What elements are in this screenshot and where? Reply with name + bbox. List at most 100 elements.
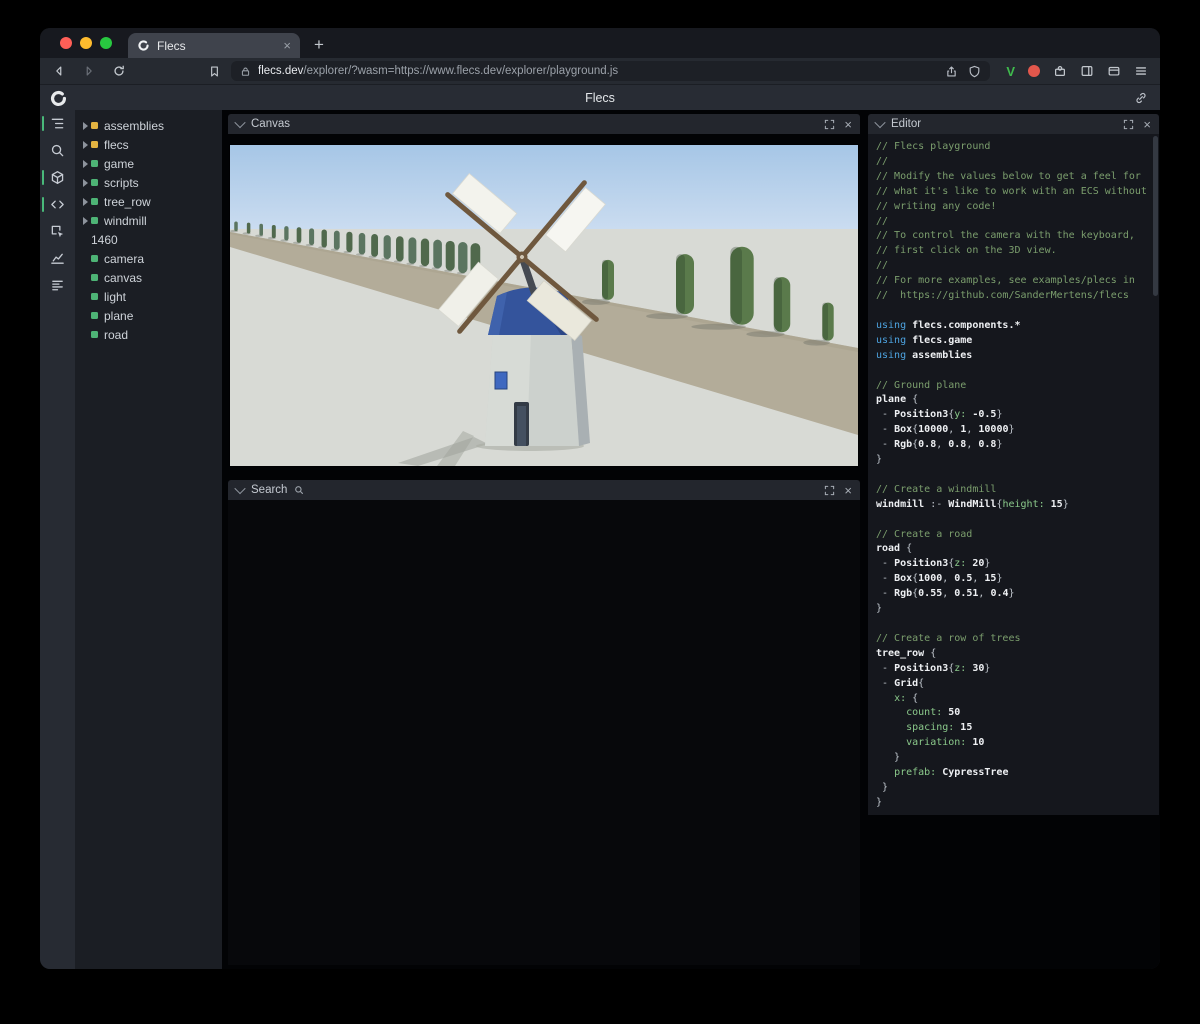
- tab-strip: Flecs × +: [40, 28, 1160, 58]
- expand-arrow-icon[interactable]: [80, 197, 91, 206]
- code-line: // For more examples, see examples/plecs…: [876, 275, 1135, 287]
- expand-arrow-icon[interactable]: [80, 121, 91, 130]
- code-line: }: [876, 752, 901, 764]
- code-line: - Grid{: [876, 677, 925, 689]
- code-line: // Create a windmill: [876, 483, 997, 495]
- page-title: Flecs: [585, 91, 615, 105]
- scene-sky: [230, 145, 858, 229]
- search-rail-button[interactable]: [40, 137, 75, 164]
- traffic-light-close[interactable]: [60, 37, 72, 49]
- code-line: // https://github.com/SanderMertens/flec…: [876, 290, 1129, 302]
- module-color-square: [91, 122, 98, 129]
- tree-item-label: road: [104, 327, 129, 342]
- app-body: assemblies flecs game scripts tree_rowwindmi…: [40, 110, 1160, 969]
- tree-item-tree_row[interactable]: tree_row: [75, 192, 222, 211]
- editor-scrollbar[interactable]: [1153, 136, 1158, 813]
- code-line: count: 50: [906, 707, 961, 719]
- tree-item-windmill[interactable]: windmill: [75, 211, 222, 230]
- tree-item-scripts[interactable]: scripts: [75, 173, 222, 192]
- expand-arrow-icon[interactable]: [80, 159, 91, 168]
- search-results-area[interactable]: [228, 500, 860, 965]
- wallet-icon[interactable]: [1107, 64, 1121, 78]
- canvas-3d-viewport[interactable]: [229, 144, 859, 467]
- new-tab-button[interactable]: +: [314, 36, 324, 53]
- canvas-expand-button[interactable]: [824, 119, 835, 130]
- tree-item-assemblies[interactable]: assemblies: [75, 116, 222, 135]
- tree-item-game[interactable]: game: [75, 154, 222, 173]
- editor-close-button[interactable]: ×: [1143, 118, 1151, 131]
- chevron-down-icon: [234, 482, 246, 495]
- code-line: }: [876, 796, 883, 808]
- left-icon-rail: [40, 110, 75, 969]
- code-line: tree_row {: [876, 647, 937, 659]
- tree-item-label: tree_row: [104, 194, 151, 209]
- scrollbar-thumb[interactable]: [1153, 136, 1158, 296]
- menu-icon[interactable]: [1134, 64, 1148, 78]
- permalink-icon[interactable]: [1134, 91, 1148, 105]
- tree-item-light[interactable]: light: [75, 287, 222, 306]
- browser-tab[interactable]: Flecs ×: [128, 33, 300, 58]
- canvas-close-button[interactable]: ×: [844, 118, 852, 131]
- sidebar-toggle-icon[interactable]: [1080, 64, 1094, 78]
- reload-button[interactable]: [112, 64, 126, 78]
- expand-arrow-icon[interactable]: [80, 140, 91, 149]
- entity-color-square: [91, 331, 98, 338]
- back-button[interactable]: [52, 64, 66, 78]
- entity-color-square: [91, 293, 98, 300]
- forward-button[interactable]: [82, 64, 96, 78]
- tree-item-flecs[interactable]: flecs: [75, 135, 222, 154]
- editor-expand-button[interactable]: [1123, 119, 1134, 130]
- canvas-panel-header[interactable]: Canvas ×: [228, 114, 860, 134]
- tree-item-camera[interactable]: camera: [75, 249, 222, 268]
- entities-rail-button[interactable]: [40, 164, 75, 191]
- inspect-icon: [50, 224, 65, 239]
- tree-item-1460[interactable]: 1460: [75, 230, 222, 249]
- stats-icon: [50, 278, 65, 293]
- tab-favicon-flecs-icon: [137, 39, 150, 52]
- code-rail-button[interactable]: [40, 191, 75, 218]
- code-line: variation: 10: [906, 737, 985, 749]
- entity-color-square: [91, 312, 98, 319]
- search-panel-header[interactable]: Search ×: [228, 480, 860, 500]
- extensions-puzzle-icon[interactable]: [1053, 64, 1067, 78]
- code-line: // Create a row of trees: [876, 632, 1021, 644]
- tree-item-label: flecs: [104, 137, 129, 152]
- tree-item-road[interactable]: road: [75, 325, 222, 344]
- tree-item-label: game: [104, 156, 135, 171]
- search-expand-button[interactable]: [824, 485, 835, 496]
- bookmark-icon[interactable]: [208, 65, 221, 78]
- traffic-light-minimize[interactable]: [80, 37, 92, 49]
- entity-color-square: [91, 160, 98, 167]
- editor-panel-header[interactable]: Editor ×: [868, 114, 1159, 134]
- expand-arrow-icon[interactable]: [80, 178, 91, 187]
- tab-close-icon[interactable]: ×: [283, 39, 291, 52]
- tree-item-label: windmill: [104, 213, 147, 228]
- outline-tree-rail-button[interactable]: [40, 110, 75, 137]
- tree-item-label: scripts: [104, 175, 139, 190]
- entity-color-square: [91, 274, 98, 281]
- code-line: using flecs.game: [876, 334, 973, 346]
- traffic-light-zoom[interactable]: [100, 37, 112, 49]
- search-close-button[interactable]: ×: [844, 484, 852, 497]
- stats-rail-button[interactable]: [40, 272, 75, 299]
- expand-arrow-icon[interactable]: [80, 216, 91, 225]
- app-header: Flecs: [40, 84, 1160, 111]
- canvas-panel-title: Canvas: [251, 118, 290, 130]
- code-line: // To control the camera with the keyboa…: [876, 230, 1135, 242]
- share-button[interactable]: [945, 65, 958, 78]
- inspect-rail-button[interactable]: [40, 218, 75, 245]
- code-editor[interactable]: // Flecs playground // // Modify the value…: [868, 134, 1159, 815]
- site-security-lock-icon[interactable]: [240, 66, 251, 77]
- extension-v-icon[interactable]: V: [1006, 64, 1015, 79]
- chart-icon: [50, 251, 65, 266]
- address-bar[interactable]: flecs.dev/explorer/?wasm=https://www.fle…: [231, 61, 991, 81]
- shields-button[interactable]: [968, 65, 981, 78]
- browser-window: Flecs × + flecs.dev/explorer/?wasm=https…: [40, 28, 1160, 969]
- tree-item-canvas[interactable]: canvas: [75, 268, 222, 287]
- tree-item-label: light: [104, 289, 127, 304]
- tree-item-plane[interactable]: plane: [75, 306, 222, 325]
- extension-red-icon[interactable]: [1028, 65, 1040, 77]
- chart-rail-button[interactable]: [40, 245, 75, 272]
